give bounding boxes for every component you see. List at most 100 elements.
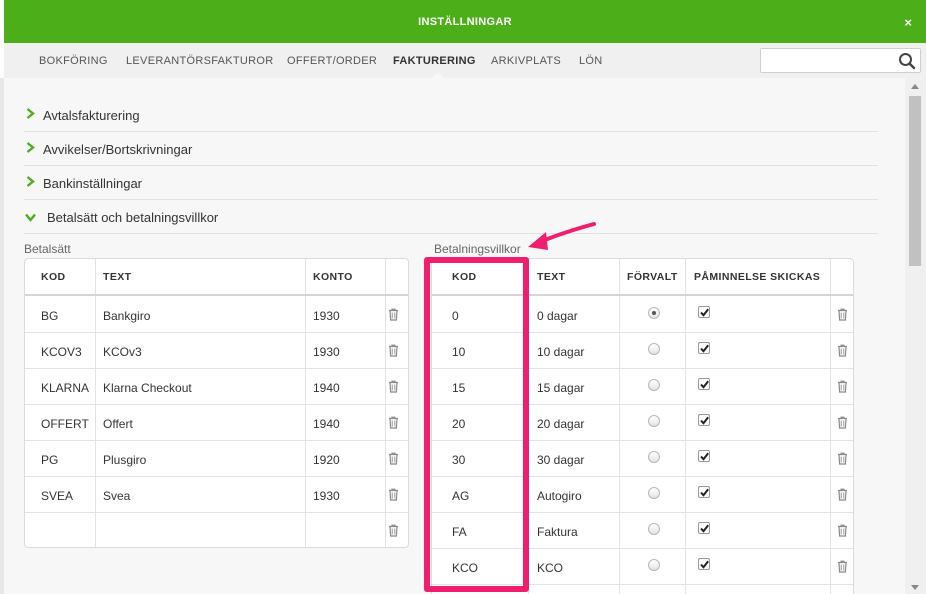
table-row[interactable]: 10 10 dagar <box>432 333 853 369</box>
table-row[interactable]: KCOV3 KCOv3 1930 <box>25 333 408 369</box>
table-row[interactable]: 30 30 dagar <box>432 441 853 477</box>
table-row[interactable] <box>25 513 408 547</box>
tab-leverantorsfakturor[interactable]: LEVERANTÖRSFAKTUROR <box>126 55 274 67</box>
chevron-right-icon <box>26 176 35 187</box>
table-row[interactable]: KLARNA Klarna Checkout 1940 <box>25 369 408 405</box>
cell-kod: KCO <box>452 561 479 575</box>
cell-text: 15 dagar <box>537 381 585 395</box>
cell-kod: 0 <box>452 309 459 323</box>
trash-icon[interactable] <box>837 416 848 429</box>
tab-bokforing[interactable]: BOKFÖRING <box>39 55 108 67</box>
column-header-paminnelse[interactable]: PÅMINNELSE SKICKAS <box>694 271 820 283</box>
tab-arkivplats[interactable]: ARKIVPLATS <box>491 55 561 67</box>
table-row[interactable]: 20 20 dagar <box>432 405 853 441</box>
cell-text: Autogiro <box>537 489 582 503</box>
cell-konto: 1930 <box>313 489 340 503</box>
trash-icon[interactable] <box>388 452 399 465</box>
close-icon[interactable]: × <box>904 16 912 29</box>
paminnelse-checkbox[interactable] <box>698 378 710 390</box>
table-header: KOD TEXT FÖRVALT PÅMINNELSE SKICKAS <box>432 259 853 296</box>
paminnelse-checkbox[interactable] <box>698 342 710 354</box>
section-avtalsfakturering[interactable]: Avtalsfakturering <box>24 98 878 132</box>
table-header: KOD TEXT KONTO <box>25 259 408 296</box>
search-icon[interactable] <box>898 52 916 70</box>
trash-icon[interactable] <box>388 344 399 357</box>
section-bankinstallningar[interactable]: Bankinställningar <box>24 166 878 200</box>
column-header-text[interactable]: TEXT <box>103 271 131 283</box>
column-header-text[interactable]: TEXT <box>537 271 565 283</box>
forvalt-radio[interactable] <box>648 307 660 319</box>
section-label: Bankinställningar <box>43 176 143 191</box>
cell-text: 30 dagar <box>537 453 585 467</box>
trash-icon[interactable] <box>837 488 848 501</box>
cell-text: Klarna Checkout <box>103 381 192 395</box>
trash-icon[interactable] <box>388 488 399 501</box>
cell-kod: SVEA <box>41 489 74 503</box>
paminnelse-checkbox[interactable] <box>698 522 710 534</box>
forvalt-radio[interactable] <box>648 523 660 535</box>
forvalt-radio[interactable] <box>648 451 660 463</box>
trash-icon[interactable] <box>837 560 848 573</box>
cell-kod: 20 <box>452 417 466 431</box>
section-avvikelser[interactable]: Avvikelser/Bortskrivningar <box>24 132 878 166</box>
forvalt-radio[interactable] <box>648 379 660 391</box>
cell-konto: 1920 <box>313 453 340 467</box>
column-header-kod[interactable]: KOD <box>41 271 66 283</box>
table-row[interactable]: OFFERT Offert 1940 <box>25 405 408 441</box>
cell-text: Plusgiro <box>103 453 147 467</box>
cell-kod: 15 <box>452 381 466 395</box>
table-row[interactable]: 15 15 dagar <box>432 369 853 405</box>
search-input[interactable] <box>761 49 895 72</box>
trash-icon[interactable] <box>837 380 848 393</box>
betalningsvillkor-table: KOD TEXT FÖRVALT PÅMINNELSE SKICKAS 0 0 d… <box>431 258 854 594</box>
trash-icon[interactable] <box>837 344 848 357</box>
column-header-konto[interactable]: KONTO <box>313 271 353 283</box>
table-row[interactable]: PG Plusgiro 1920 <box>25 441 408 477</box>
betalsatt-caption: Betalsätt <box>24 242 71 256</box>
forvalt-radio[interactable] <box>648 487 660 499</box>
tab-lon[interactable]: LÖN <box>579 55 603 67</box>
table-row[interactable]: SVEA Svea 1930 <box>25 477 408 513</box>
trash-icon[interactable] <box>837 452 848 465</box>
forvalt-radio[interactable] <box>648 343 660 355</box>
trash-icon[interactable] <box>388 380 399 393</box>
cell-kod: 10 <box>452 345 466 359</box>
search-box <box>760 48 921 73</box>
cell-konto: 1930 <box>313 309 340 323</box>
paminnelse-checkbox[interactable] <box>698 306 710 318</box>
cell-konto: 1940 <box>313 417 340 431</box>
table-row[interactable]: BG Bankgiro 1930 <box>25 297 408 333</box>
cell-text: 0 dagar <box>537 309 578 323</box>
table-row[interactable]: 0 0 dagar <box>432 297 853 333</box>
scroll-down-icon[interactable] <box>911 585 919 590</box>
paminnelse-checkbox[interactable] <box>698 486 710 498</box>
scrollbar-thumb[interactable] <box>909 96 921 266</box>
trash-icon[interactable] <box>837 308 848 321</box>
settings-content: Avtalsfakturering Avvikelser/Bortskrivni… <box>4 78 905 594</box>
tab-fakturering[interactable]: FAKTURERING <box>393 55 476 67</box>
trash-icon[interactable] <box>388 524 399 537</box>
trash-icon[interactable] <box>388 416 399 429</box>
section-betalsatt-villkor[interactable]: Betalsätt och betalningsvillkor <box>24 200 878 234</box>
column-header-forvalt[interactable]: FÖRVALT <box>627 271 678 283</box>
trash-icon[interactable] <box>388 308 399 321</box>
forvalt-radio[interactable] <box>648 415 660 427</box>
table-row[interactable]: FA Faktura <box>432 513 853 549</box>
paminnelse-checkbox[interactable] <box>698 414 710 426</box>
paminnelse-checkbox[interactable] <box>698 450 710 462</box>
cell-kod: AG <box>452 489 470 503</box>
vertical-scrollbar[interactable] <box>905 78 926 594</box>
column-header-kod[interactable]: KOD <box>452 271 477 283</box>
chevron-right-icon <box>26 142 35 153</box>
dialog-title: INSTÄLLNINGAR <box>418 16 512 28</box>
section-label: Avtalsfakturering <box>43 108 140 123</box>
table-row[interactable]: KCO KCO <box>432 549 853 585</box>
tab-offert-order[interactable]: OFFERT/ORDER <box>287 55 377 67</box>
cell-text: Svea <box>103 489 131 503</box>
scroll-up-icon[interactable] <box>911 84 919 89</box>
forvalt-radio[interactable] <box>648 559 660 571</box>
paminnelse-checkbox[interactable] <box>698 558 710 570</box>
trash-icon[interactable] <box>837 524 848 537</box>
table-row[interactable]: AG Autogiro <box>432 477 853 513</box>
chevron-right-icon <box>26 108 35 119</box>
